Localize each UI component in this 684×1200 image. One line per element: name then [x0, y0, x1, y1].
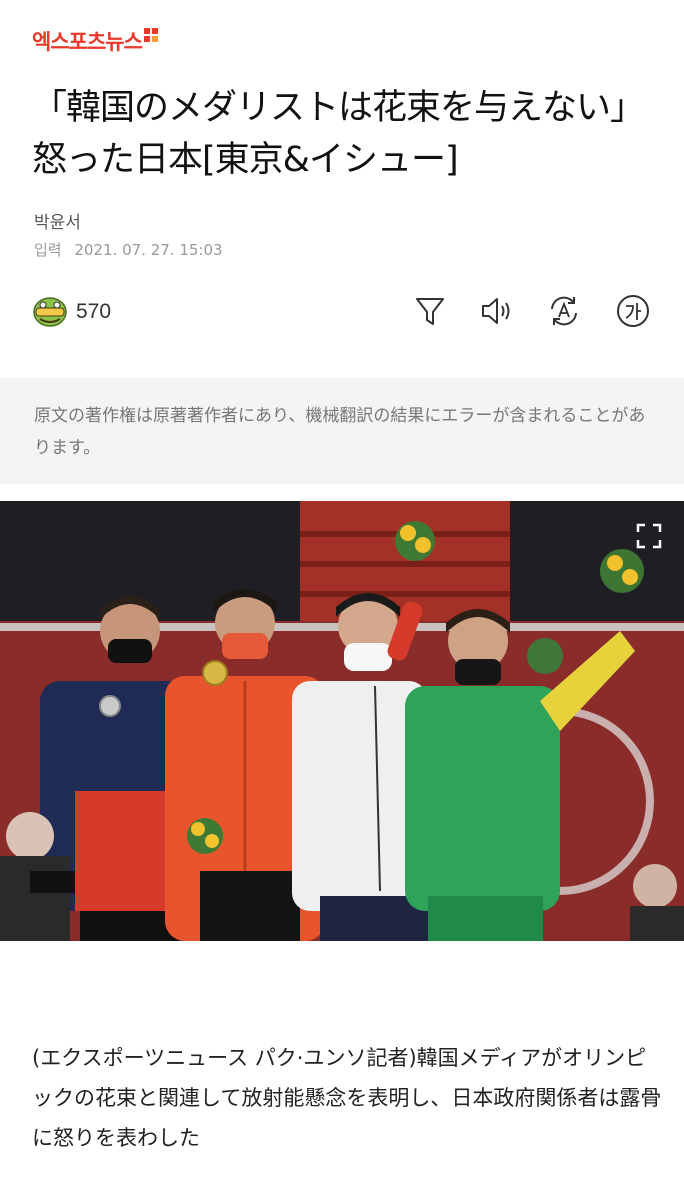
- translation-notice: 原文の著作権は原著著作者にあり、機械翻訳の結果にエラーが含まれることがあります。: [0, 378, 684, 484]
- font-size-icon[interactable]: [615, 293, 651, 329]
- site-logo[interactable]: 엑스포츠뉴스: [32, 28, 158, 54]
- logo-mark-icon: [143, 28, 158, 42]
- speaker-icon[interactable]: [479, 293, 515, 329]
- article-date: 입력 2021. 07. 27. 15:03: [34, 239, 223, 260]
- reaction-count: 570: [76, 300, 112, 323]
- date-label: 입력: [34, 241, 62, 259]
- article-photo[interactable]: [0, 501, 684, 941]
- article-author: 박윤서: [34, 213, 81, 233]
- logo-text: 엑스포츠뉴스: [32, 31, 143, 54]
- emoji-reaction-icon: [33, 297, 67, 327]
- date-value: 2021. 07. 27. 15:03: [74, 241, 223, 259]
- expand-icon[interactable]: [636, 523, 662, 549]
- article-body-paragraph: (エクスポーツニュース パク·ユンソ記者)韓国メディアがオリンピックの花束と関連…: [32, 1046, 662, 1150]
- article-title: 「韓国のメダリストは花束を与えない」怒った日本[東京&イシュー]: [32, 88, 645, 180]
- notice-text: 原文の著作権は原著著作者にあり、機械翻訳の結果にエラーが含まれることがあります。: [34, 406, 646, 458]
- medalists-photo: [0, 501, 684, 941]
- filter-icon[interactable]: [412, 293, 448, 329]
- reaction-summary[interactable]: 570: [32, 294, 111, 330]
- translate-icon[interactable]: [546, 293, 582, 329]
